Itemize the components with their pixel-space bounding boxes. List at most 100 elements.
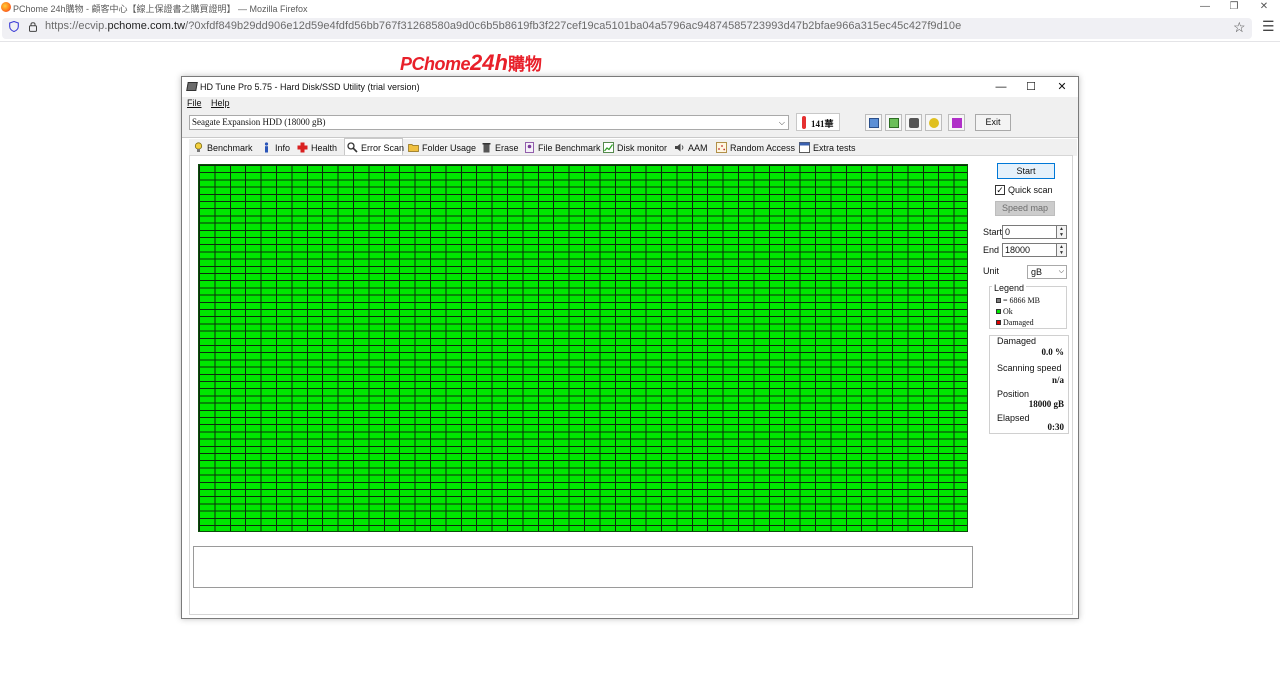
legend-label: Ok bbox=[1003, 307, 1013, 316]
legend-title: Legend bbox=[992, 283, 1027, 293]
elapsed-value: 0:30 bbox=[1047, 422, 1065, 432]
save-button[interactable] bbox=[948, 114, 965, 131]
trash-icon bbox=[482, 143, 491, 153]
bookmark-star-icon[interactable]: ☆ bbox=[1233, 19, 1246, 36]
browser-menu-icon[interactable]: ☰ bbox=[1262, 18, 1275, 35]
random-access-icon bbox=[716, 142, 727, 153]
tab-label: Health bbox=[311, 143, 338, 153]
unit-label: Unit bbox=[983, 266, 1000, 276]
tab-info[interactable]: Info bbox=[261, 140, 293, 156]
tab-disk-monitor[interactable]: Disk monitor bbox=[603, 140, 669, 156]
menu-file[interactable]: File bbox=[187, 98, 202, 108]
error-scan-block-map bbox=[198, 164, 968, 532]
position-value: 18000 gB bbox=[1028, 399, 1064, 409]
magnifier-icon bbox=[347, 142, 358, 153]
legend-swatch-icon bbox=[996, 298, 1001, 303]
legend-box: Legend = 6866 MB Ok Damaged bbox=[989, 283, 1067, 329]
file-benchmark-icon bbox=[525, 142, 534, 153]
scanning-speed-label: Scanning speed bbox=[997, 363, 1062, 373]
speed-map-button[interactable]: Speed map bbox=[995, 201, 1055, 216]
unit-select-value: gB bbox=[1031, 267, 1043, 277]
checkmark-icon[interactable]: ✓ bbox=[995, 185, 1005, 195]
browser-minimize-button[interactable]: — bbox=[1190, 0, 1220, 15]
copy-graph-icon bbox=[889, 118, 899, 128]
menu-help[interactable]: Help bbox=[211, 98, 230, 108]
speaker-icon bbox=[675, 143, 684, 152]
tab-folder-usage[interactable]: Folder Usage bbox=[408, 140, 478, 156]
pchome-logo[interactable]: PChome24h購物 bbox=[400, 50, 542, 76]
end-position-input[interactable]: 18000 bbox=[1002, 243, 1057, 257]
hdtune-window: HD Tune Pro 5.75 - Hard Disk/SSD Utility… bbox=[181, 76, 1079, 619]
tab-label: Extra tests bbox=[813, 143, 856, 153]
tab-benchmark[interactable]: Benchmark bbox=[193, 140, 255, 156]
tab-label: Error Scan bbox=[361, 143, 405, 153]
tab-aam[interactable]: AAM bbox=[674, 140, 710, 156]
browser-close-button[interactable]: ✕ bbox=[1249, 0, 1279, 15]
end-position-spinner[interactable]: ▲ ▼ bbox=[1057, 243, 1067, 257]
drive-select[interactable]: Seagate Expansion HDD (18000 gB) ⌵ bbox=[189, 115, 789, 130]
temperature-display: 141華 bbox=[796, 113, 840, 131]
temperature-value: 141華 bbox=[811, 119, 834, 129]
tab-random-access[interactable]: Random Access bbox=[716, 140, 796, 156]
tab-label: File Benchmark bbox=[538, 143, 601, 153]
logo-pchome-text: PChome bbox=[400, 54, 471, 74]
copy-icon bbox=[869, 118, 879, 128]
quick-scan-label: Quick scan bbox=[1008, 185, 1053, 195]
hdtune-maximize-button[interactable]: ☐ bbox=[1016, 79, 1046, 95]
damaged-label: Damaged bbox=[997, 336, 1037, 346]
start-position-label: Start bbox=[983, 227, 1003, 237]
position-label: Position bbox=[997, 389, 1030, 399]
elapsed-label: Elapsed bbox=[997, 413, 1030, 423]
chevron-down-icon: ⌵ bbox=[778, 118, 785, 127]
legend-swatch-icon bbox=[996, 309, 1001, 314]
legend-swatch-icon bbox=[996, 320, 1001, 325]
camera-icon bbox=[909, 118, 919, 128]
tab-label: Benchmark bbox=[207, 143, 253, 153]
browser-toolbar: https://ecvip.pchome.com.tw/?0xfdf849b29… bbox=[0, 15, 1280, 42]
thermometer-icon bbox=[802, 116, 806, 129]
scan-stats-box: Damaged 0.0 % Scanning speed n/a Positio… bbox=[989, 335, 1069, 434]
hdtune-app-icon bbox=[186, 82, 198, 91]
bulb-icon bbox=[194, 142, 203, 152]
hdtune-tabs: Benchmark Info Health Error Scan Folder … bbox=[189, 138, 1077, 157]
tab-file-benchmark[interactable]: File Benchmark bbox=[524, 140, 601, 156]
tab-label: AAM bbox=[688, 143, 708, 153]
exit-button[interactable]: Exit bbox=[975, 114, 1011, 131]
drive-select-value: Seagate Expansion HDD (18000 gB) bbox=[192, 117, 326, 127]
url-host-domain: pchome.com.tw bbox=[107, 20, 186, 32]
scan-log-box bbox=[193, 546, 973, 588]
chevron-down-icon: ⌵ bbox=[1058, 268, 1064, 275]
hdtune-toolbar: Seagate Expansion HDD (18000 gB) ⌵ 141華 … bbox=[182, 110, 1078, 138]
hdtune-close-button[interactable]: ✕ bbox=[1047, 79, 1077, 95]
tab-label: Random Access bbox=[730, 143, 796, 153]
error-scan-panel: Start ✓ Quick scan Speed map Start 0 ▲ ▼ … bbox=[189, 155, 1073, 615]
copy-text-button[interactable] bbox=[865, 114, 882, 131]
start-scan-button[interactable]: Start bbox=[997, 163, 1055, 179]
scanning-speed-value: n/a bbox=[1051, 375, 1064, 385]
hdtune-menubar: File Help bbox=[182, 97, 1078, 110]
copy-graph-button[interactable] bbox=[885, 114, 902, 131]
damaged-value: 0.0 % bbox=[1041, 347, 1065, 357]
tab-label: Disk monitor bbox=[617, 143, 668, 153]
options-icon bbox=[929, 118, 939, 128]
start-position-input[interactable]: 0 bbox=[1002, 225, 1057, 239]
screenshot-button[interactable] bbox=[905, 114, 922, 131]
lock-icon[interactable] bbox=[28, 21, 38, 32]
unit-select[interactable]: gB ⌵ bbox=[1027, 265, 1067, 279]
url-host-pre: https://ecvip. bbox=[45, 20, 108, 32]
url-text[interactable]: https://ecvip.pchome.com.tw/?0xfdf849b29… bbox=[45, 20, 961, 32]
hdtune-minimize-button[interactable]: — bbox=[986, 79, 1016, 95]
tab-erase[interactable]: Erase bbox=[481, 140, 521, 156]
tracking-shield-icon[interactable] bbox=[9, 21, 19, 32]
legend-label: Damaged bbox=[1003, 318, 1034, 327]
tab-label: Info bbox=[275, 143, 291, 153]
options-button[interactable] bbox=[925, 114, 942, 131]
firefox-logo-icon bbox=[1, 2, 11, 12]
extra-tests-icon bbox=[799, 142, 810, 153]
tab-extra-tests[interactable]: Extra tests bbox=[799, 140, 859, 156]
browser-restore-button[interactable]: ❐ bbox=[1219, 0, 1249, 15]
health-cross-icon bbox=[297, 142, 308, 153]
start-position-spinner[interactable]: ▲ ▼ bbox=[1057, 225, 1067, 239]
download-icon bbox=[952, 118, 962, 128]
tab-health[interactable]: Health bbox=[297, 140, 341, 156]
